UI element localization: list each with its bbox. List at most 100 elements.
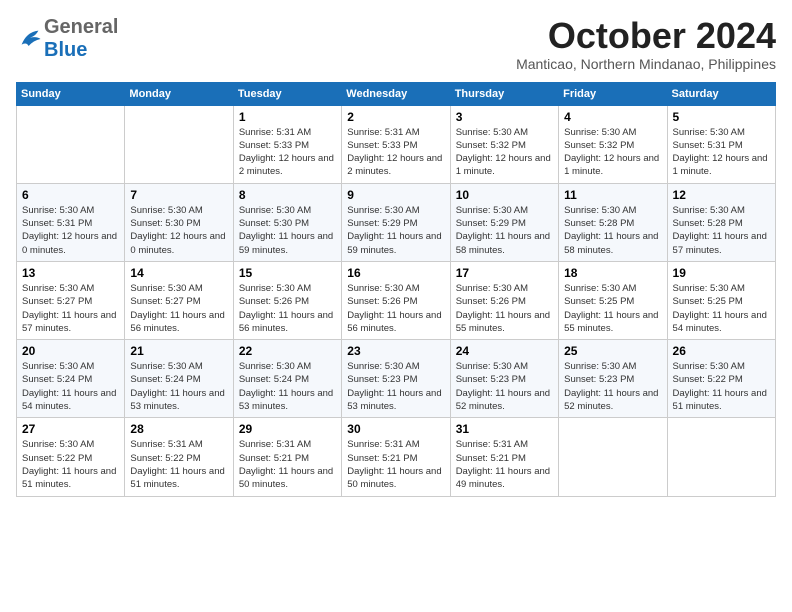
day-number: 4 bbox=[564, 110, 661, 124]
day-info: Sunrise: 5:30 AM Sunset: 5:24 PM Dayligh… bbox=[130, 360, 227, 413]
calendar-table: SundayMondayTuesdayWednesdayThursdayFrid… bbox=[16, 82, 776, 497]
day-number: 13 bbox=[22, 266, 119, 280]
header-tuesday: Tuesday bbox=[233, 82, 341, 105]
calendar-cell: 29 Sunrise: 5:31 AM Sunset: 5:21 PM Dayli… bbox=[233, 418, 341, 496]
day-number: 6 bbox=[22, 188, 119, 202]
calendar-cell: 3Sunrise: 5:30 AM Sunset: 5:32 PM Daylig… bbox=[450, 105, 558, 183]
day-number: 16 bbox=[347, 266, 444, 280]
calendar-cell: 11Sunrise: 5:30 AM Sunset: 5:28 PM Dayli… bbox=[559, 183, 667, 261]
day-info: Sunrise: 5:30 AM Sunset: 5:26 PM Dayligh… bbox=[456, 282, 553, 335]
page-header: General Blue October 2024 Manticao, Nort… bbox=[16, 16, 776, 72]
logo: General Blue bbox=[16, 16, 118, 62]
day-info: Sunrise: 5:30 AM Sunset: 5:24 PM Dayligh… bbox=[22, 360, 119, 413]
calendar-header-row: SundayMondayTuesdayWednesdayThursdayFrid… bbox=[17, 82, 776, 105]
day-number: 9 bbox=[347, 188, 444, 202]
day-info: Sunrise: 5:30 AM Sunset: 5:26 PM Dayligh… bbox=[239, 282, 336, 335]
header-monday: Monday bbox=[125, 82, 233, 105]
calendar-cell: 18 Sunrise: 5:30 AM Sunset: 5:25 PM Dayli… bbox=[559, 261, 667, 339]
calendar-cell: 28 Sunrise: 5:31 AM Sunset: 5:22 PM Dayli… bbox=[125, 418, 233, 496]
day-number: 28 bbox=[130, 422, 227, 436]
day-info: Sunrise: 5:30 AM Sunset: 5:25 PM Dayligh… bbox=[673, 282, 770, 335]
calendar-cell: 4Sunrise: 5:30 AM Sunset: 5:32 PM Daylig… bbox=[559, 105, 667, 183]
calendar-cell: 12Sunrise: 5:30 AM Sunset: 5:28 PM Dayli… bbox=[667, 183, 775, 261]
day-number: 26 bbox=[673, 344, 770, 358]
day-number: 15 bbox=[239, 266, 336, 280]
day-number: 20 bbox=[22, 344, 119, 358]
day-number: 24 bbox=[456, 344, 553, 358]
day-info: Sunrise: 5:30 AM Sunset: 5:26 PM Dayligh… bbox=[347, 282, 444, 335]
calendar-cell: 22Sunrise: 5:30 AM Sunset: 5:24 PM Dayli… bbox=[233, 340, 341, 418]
day-number: 17 bbox=[456, 266, 553, 280]
day-number: 2 bbox=[347, 110, 444, 124]
day-number: 1 bbox=[239, 110, 336, 124]
calendar-cell: 9 Sunrise: 5:30 AM Sunset: 5:29 PM Daylig… bbox=[342, 183, 450, 261]
calendar-cell: 25Sunrise: 5:30 AM Sunset: 5:23 PM Dayli… bbox=[559, 340, 667, 418]
calendar-cell bbox=[559, 418, 667, 496]
day-info: Sunrise: 5:30 AM Sunset: 5:29 PM Dayligh… bbox=[347, 204, 444, 257]
day-info: Sunrise: 5:30 AM Sunset: 5:25 PM Dayligh… bbox=[564, 282, 661, 335]
calendar-week-1: 1 Sunrise: 5:31 AM Sunset: 5:33 PM Daylig… bbox=[17, 105, 776, 183]
calendar-cell: 24 Sunrise: 5:30 AM Sunset: 5:23 PM Dayli… bbox=[450, 340, 558, 418]
day-info: Sunrise: 5:31 AM Sunset: 5:22 PM Dayligh… bbox=[130, 438, 227, 491]
logo-general: General bbox=[44, 16, 118, 38]
calendar-cell bbox=[17, 105, 125, 183]
location: Manticao, Northern Mindanao, Philippines bbox=[516, 56, 776, 72]
calendar-cell: 19 Sunrise: 5:30 AM Sunset: 5:25 PM Dayli… bbox=[667, 261, 775, 339]
day-info: Sunrise: 5:30 AM Sunset: 5:23 PM Dayligh… bbox=[456, 360, 553, 413]
day-info: Sunrise: 5:30 AM Sunset: 5:27 PM Dayligh… bbox=[22, 282, 119, 335]
day-number: 3 bbox=[456, 110, 553, 124]
calendar-cell: 1 Sunrise: 5:31 AM Sunset: 5:33 PM Daylig… bbox=[233, 105, 341, 183]
day-number: 18 bbox=[564, 266, 661, 280]
calendar-cell: 17 Sunrise: 5:30 AM Sunset: 5:26 PM Dayli… bbox=[450, 261, 558, 339]
day-number: 12 bbox=[673, 188, 770, 202]
calendar-cell: 31 Sunrise: 5:31 AM Sunset: 5:21 PM Dayli… bbox=[450, 418, 558, 496]
calendar-cell: 2 Sunrise: 5:31 AM Sunset: 5:33 PM Daylig… bbox=[342, 105, 450, 183]
day-info: Sunrise: 5:31 AM Sunset: 5:33 PM Dayligh… bbox=[239, 126, 336, 179]
day-info: Sunrise: 5:30 AM Sunset: 5:22 PM Dayligh… bbox=[22, 438, 119, 491]
day-info: Sunrise: 5:30 AM Sunset: 5:31 PM Dayligh… bbox=[673, 126, 770, 179]
day-number: 11 bbox=[564, 188, 661, 202]
calendar-cell: 14Sunrise: 5:30 AM Sunset: 5:27 PM Dayli… bbox=[125, 261, 233, 339]
day-number: 31 bbox=[456, 422, 553, 436]
day-info: Sunrise: 5:31 AM Sunset: 5:33 PM Dayligh… bbox=[347, 126, 444, 179]
day-info: Sunrise: 5:30 AM Sunset: 5:31 PM Dayligh… bbox=[22, 204, 119, 257]
calendar-cell: 13 Sunrise: 5:30 AM Sunset: 5:27 PM Dayli… bbox=[17, 261, 125, 339]
calendar-cell: 7Sunrise: 5:30 AM Sunset: 5:30 PM Daylig… bbox=[125, 183, 233, 261]
calendar-cell bbox=[667, 418, 775, 496]
header-friday: Friday bbox=[559, 82, 667, 105]
header-wednesday: Wednesday bbox=[342, 82, 450, 105]
calendar-cell: 8 Sunrise: 5:30 AM Sunset: 5:30 PM Daylig… bbox=[233, 183, 341, 261]
day-info: Sunrise: 5:30 AM Sunset: 5:23 PM Dayligh… bbox=[347, 360, 444, 413]
day-info: Sunrise: 5:31 AM Sunset: 5:21 PM Dayligh… bbox=[456, 438, 553, 491]
day-number: 10 bbox=[456, 188, 553, 202]
day-number: 29 bbox=[239, 422, 336, 436]
calendar-week-3: 13 Sunrise: 5:30 AM Sunset: 5:27 PM Dayli… bbox=[17, 261, 776, 339]
calendar-cell bbox=[125, 105, 233, 183]
calendar-cell: 6 Sunrise: 5:30 AM Sunset: 5:31 PM Daylig… bbox=[17, 183, 125, 261]
month-title: October 2024 bbox=[516, 16, 776, 56]
day-number: 8 bbox=[239, 188, 336, 202]
day-info: Sunrise: 5:30 AM Sunset: 5:29 PM Dayligh… bbox=[456, 204, 553, 257]
day-number: 19 bbox=[673, 266, 770, 280]
day-info: Sunrise: 5:30 AM Sunset: 5:27 PM Dayligh… bbox=[130, 282, 227, 335]
day-number: 22 bbox=[239, 344, 336, 358]
calendar-cell: 20 Sunrise: 5:30 AM Sunset: 5:24 PM Dayli… bbox=[17, 340, 125, 418]
header-thursday: Thursday bbox=[450, 82, 558, 105]
day-number: 5 bbox=[673, 110, 770, 124]
calendar-cell: 26Sunrise: 5:30 AM Sunset: 5:22 PM Dayli… bbox=[667, 340, 775, 418]
calendar-cell: 21 Sunrise: 5:30 AM Sunset: 5:24 PM Dayli… bbox=[125, 340, 233, 418]
logo-bird-icon bbox=[16, 25, 44, 53]
day-number: 25 bbox=[564, 344, 661, 358]
day-info: Sunrise: 5:31 AM Sunset: 5:21 PM Dayligh… bbox=[239, 438, 336, 491]
logo-blue: Blue bbox=[44, 39, 87, 61]
title-section: October 2024 Manticao, Northern Mindanao… bbox=[516, 16, 776, 72]
header-sunday: Sunday bbox=[17, 82, 125, 105]
day-number: 21 bbox=[130, 344, 227, 358]
calendar-cell: 27 Sunrise: 5:30 AM Sunset: 5:22 PM Dayli… bbox=[17, 418, 125, 496]
calendar-week-4: 20 Sunrise: 5:30 AM Sunset: 5:24 PM Dayli… bbox=[17, 340, 776, 418]
calendar-cell: 30Sunrise: 5:31 AM Sunset: 5:21 PM Dayli… bbox=[342, 418, 450, 496]
header-saturday: Saturday bbox=[667, 82, 775, 105]
day-number: 27 bbox=[22, 422, 119, 436]
day-info: Sunrise: 5:30 AM Sunset: 5:30 PM Dayligh… bbox=[239, 204, 336, 257]
day-info: Sunrise: 5:31 AM Sunset: 5:21 PM Dayligh… bbox=[347, 438, 444, 491]
